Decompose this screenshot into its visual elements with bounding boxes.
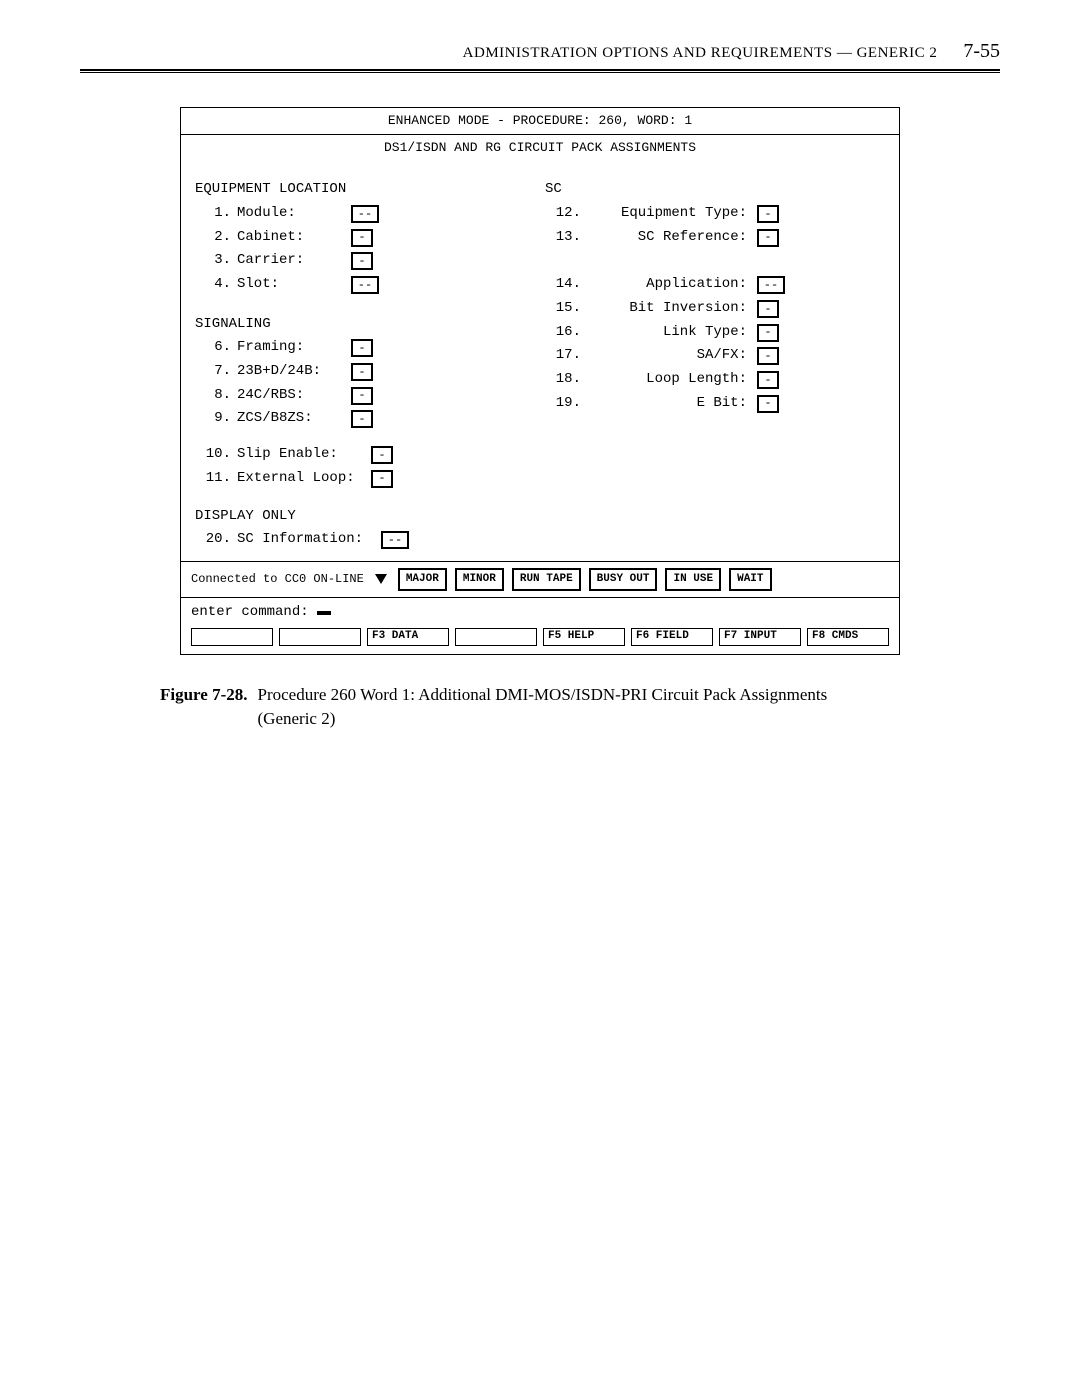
looplen-input[interactable]: - — [757, 371, 779, 389]
connection-status: Connected to CC0 ON-LINE — [191, 570, 364, 589]
carrier-input[interactable]: - — [351, 252, 373, 270]
field-23b: 7. 23B+D/24B: - — [195, 361, 535, 383]
page-number: 7-55 — [963, 40, 1000, 63]
slip-input[interactable]: - — [371, 446, 393, 464]
field-looplen: 18. Loop Length: - — [545, 369, 885, 391]
fkey-f6[interactable]: F6 FIELD — [631, 628, 713, 646]
slot-input[interactable]: -- — [351, 276, 379, 294]
field-scref: 13. SC Reference: - — [545, 227, 885, 249]
section-signaling: SIGNALING — [195, 314, 535, 336]
fkey-f1[interactable] — [191, 628, 273, 646]
field-slip: 10. Slip Enable: - — [195, 444, 535, 466]
field-ebit: 19. E Bit: - — [545, 393, 885, 415]
field-carrier: 3. Carrier: - — [195, 250, 535, 272]
application-input[interactable]: -- — [757, 276, 785, 294]
status-major: MAJOR — [398, 568, 447, 591]
header-rule — [80, 69, 1000, 73]
bitinv-input[interactable]: - — [757, 300, 779, 318]
status-busyout: BUSY OUT — [589, 568, 658, 591]
status-inuse: IN USE — [665, 568, 721, 591]
field-scinfo: 20. SC Information: -- — [195, 529, 535, 551]
header-title: ADMINISTRATION OPTIONS AND REQUIREMENTS … — [463, 45, 938, 62]
figure-text: Procedure 260 Word 1: Additional DMI-MOS… — [258, 683, 828, 732]
field-extloop: 11. External Loop: - — [195, 468, 535, 490]
right-column: SC 12. Equipment Type: - 13. SC Referenc… — [545, 173, 885, 553]
module-input[interactable]: -- — [351, 205, 379, 223]
field-eqtype: 12. Equipment Type: - — [545, 203, 885, 225]
b23-input[interactable]: - — [351, 363, 373, 381]
field-linktype: 16. Link Type: - — [545, 322, 885, 344]
status-minor: MINOR — [455, 568, 504, 591]
fkey-f7[interactable]: F7 INPUT — [719, 628, 801, 646]
field-module: 1. Module: -- — [195, 203, 535, 225]
zcs-input[interactable]: - — [351, 410, 373, 428]
safx-input[interactable]: - — [757, 347, 779, 365]
section-sc: SC — [545, 179, 885, 201]
terminal-screen: ENHANCED MODE - PROCEDURE: 260, WORD: 1 … — [180, 107, 900, 655]
figure-label: Figure 7-28. — [160, 683, 248, 732]
eqtype-input[interactable]: - — [757, 205, 779, 223]
left-column: EQUIPMENT LOCATION 1. Module: -- 2. Cabi… — [195, 173, 535, 553]
linktype-input[interactable]: - — [757, 324, 779, 342]
c24-input[interactable]: - — [351, 387, 373, 405]
status-bar: Connected to CC0 ON-LINE MAJOR MINOR RUN… — [181, 561, 899, 597]
section-display-only: DISPLAY ONLY — [195, 506, 535, 528]
field-24c: 8. 24C/RBS: - — [195, 385, 535, 407]
scinfo-input[interactable]: -- — [381, 531, 409, 549]
section-equipment-location: EQUIPMENT LOCATION — [195, 179, 535, 201]
fkey-f8[interactable]: F8 CMDS — [807, 628, 889, 646]
command-prompt: enter command: — [191, 602, 309, 624]
page-header: ADMINISTRATION OPTIONS AND REQUIREMENTS … — [80, 40, 1000, 69]
fkey-f4[interactable] — [455, 628, 537, 646]
field-safx: 17. SA/FX: - — [545, 345, 885, 367]
field-bitinv: 15. Bit Inversion: - — [545, 298, 885, 320]
fkey-f5[interactable]: F5 HELP — [543, 628, 625, 646]
ebit-input[interactable]: - — [757, 395, 779, 413]
field-cabinet: 2. Cabinet: - — [195, 227, 535, 249]
field-zcs: 9. ZCS/B8ZS: - — [195, 408, 535, 430]
figure-caption: Figure 7-28. Procedure 260 Word 1: Addit… — [160, 683, 920, 732]
scref-input[interactable]: - — [757, 229, 779, 247]
framing-input[interactable]: - — [351, 339, 373, 357]
status-runtape: RUN TAPE — [512, 568, 581, 591]
online-indicator-icon — [375, 574, 387, 584]
cabinet-input[interactable]: - — [351, 229, 373, 247]
cursor-icon — [317, 611, 331, 615]
fkey-row: F3 DATA F5 HELP F6 FIELD F7 INPUT F8 CMD… — [191, 628, 889, 646]
screen-subtitle: DS1/ISDN AND RG CIRCUIT PACK ASSIGNMENTS — [181, 135, 899, 161]
command-area: enter command: F3 DATA F5 HELP F6 FIELD … — [181, 597, 899, 654]
fkey-f3[interactable]: F3 DATA — [367, 628, 449, 646]
mode-line: ENHANCED MODE - PROCEDURE: 260, WORD: 1 — [181, 108, 899, 135]
field-framing: 6. Framing: - — [195, 337, 535, 359]
status-wait: WAIT — [729, 568, 771, 591]
field-slot: 4. Slot: -- — [195, 274, 535, 296]
field-application: 14. Application: -- — [545, 274, 885, 296]
fkey-f2[interactable] — [279, 628, 361, 646]
extloop-input[interactable]: - — [371, 470, 393, 488]
